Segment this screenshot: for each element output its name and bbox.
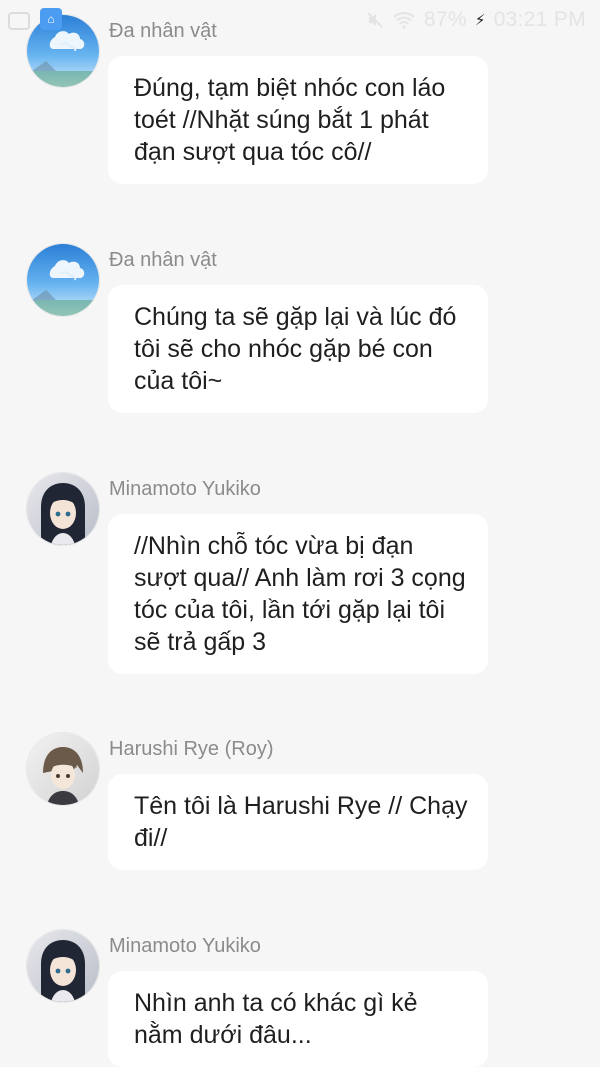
mute-icon: [366, 11, 384, 29]
sender-name: Harushi Rye (Roy): [109, 738, 274, 760]
screen-icon: [8, 12, 30, 30]
sender-name: Minamoto Yukiko: [109, 478, 261, 500]
anime-girl-avatar-icon: [27, 930, 99, 1002]
status-bar: ⌂ 87% ⚡ 03:21 PM: [0, 0, 600, 40]
message-bubble[interactable]: Tên tôi là Harushi Rye // Chạy đi//: [108, 774, 488, 870]
sender-avatar[interactable]: [26, 243, 100, 317]
anime-boy-avatar-icon: [27, 733, 99, 805]
charging-icon: ⚡: [474, 12, 486, 29]
battery-level: 87%: [423, 8, 467, 31]
message-bubble[interactable]: //Nhìn chỗ tóc vừa bị đạn sượt qua// Anh…: [108, 514, 488, 674]
sender-name: Đa nhân vật: [109, 249, 217, 271]
anime-girl-avatar-icon: [27, 473, 99, 545]
message-bubble[interactable]: Đúng, tạm biệt nhóc con láo toét //Nhặt …: [108, 56, 488, 184]
sky-avatar-icon: [27, 244, 99, 316]
status-indicators: 87% ⚡ 03:21 PM: [366, 8, 586, 32]
message-bubble[interactable]: Chúng ta sẽ gặp lại và lúc đó tôi sẽ cho…: [108, 285, 488, 413]
message-bubble[interactable]: Nhìn anh ta có khác gì kẻ nằm dưới đâu..…: [108, 971, 488, 1067]
sender-avatar[interactable]: [26, 929, 100, 1003]
sender-avatar[interactable]: [26, 472, 100, 546]
status-time: 03:21 PM: [493, 8, 586, 31]
sender-name: Minamoto Yukiko: [109, 935, 261, 957]
wifi-icon: [392, 11, 416, 29]
app-notification-icon: ⌂: [40, 8, 62, 30]
sender-avatar[interactable]: [26, 732, 100, 806]
